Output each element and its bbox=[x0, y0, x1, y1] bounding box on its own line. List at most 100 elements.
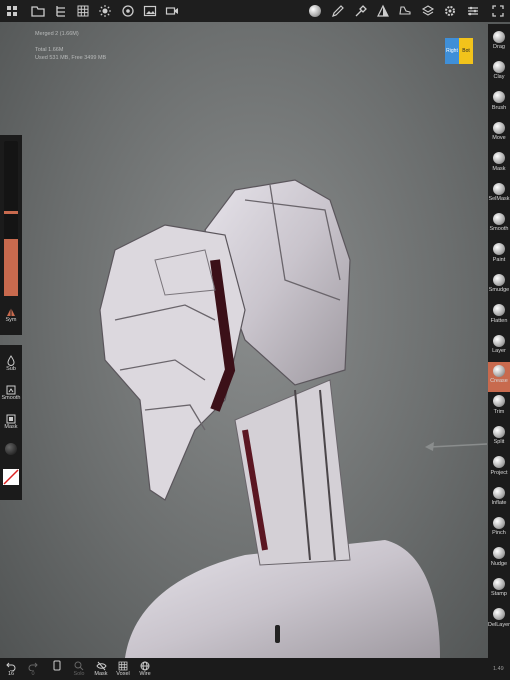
pencil-icon[interactable] bbox=[330, 3, 346, 19]
mask-square-icon bbox=[6, 414, 16, 424]
tool-paint[interactable]: Paint bbox=[488, 241, 510, 271]
symmetry-icon bbox=[7, 308, 15, 316]
smooth-square-icon bbox=[6, 385, 16, 395]
voxel-button[interactable]: Voxel bbox=[112, 660, 134, 677]
tool-split[interactable]: Split bbox=[488, 423, 510, 453]
topology-grid-icon[interactable] bbox=[75, 3, 91, 19]
mask-hide-icon bbox=[95, 660, 107, 671]
inflate-tool-icon bbox=[493, 486, 506, 499]
tool-label: Trim bbox=[493, 408, 505, 415]
tool-label: Smudge bbox=[488, 287, 510, 294]
top-toolbar bbox=[0, 0, 510, 22]
tool-label: Flatten bbox=[490, 317, 508, 324]
tool-selmask[interactable]: SelMask bbox=[488, 180, 510, 210]
direction-arrow-icon bbox=[425, 442, 487, 451]
smudge-tool-icon bbox=[493, 273, 506, 286]
radius-slider[interactable] bbox=[4, 141, 18, 296]
tool-dellayer[interactable]: DelLayer bbox=[488, 606, 510, 636]
tool-drag[interactable]: Drag bbox=[488, 28, 510, 58]
video-icon[interactable] bbox=[164, 3, 180, 19]
layers-stack-icon[interactable] bbox=[420, 3, 436, 19]
fullscreen-icon[interactable] bbox=[490, 3, 506, 19]
sliders-icon[interactable] bbox=[465, 3, 481, 19]
tool-label: Nudge bbox=[490, 560, 508, 567]
undo-button[interactable]: 16 bbox=[0, 660, 22, 677]
shoe-icon[interactable] bbox=[397, 3, 413, 19]
material-icon[interactable] bbox=[375, 3, 391, 19]
version-label: 1.49 bbox=[493, 666, 504, 672]
voxel-grid-icon bbox=[118, 660, 129, 671]
tool-inflate[interactable]: Inflate bbox=[488, 484, 510, 514]
no-color-icon bbox=[3, 469, 19, 485]
menu-grid-icon[interactable] bbox=[4, 3, 20, 19]
eyedropper-icon[interactable] bbox=[353, 3, 369, 19]
tool-flatten[interactable]: Flatten bbox=[488, 302, 510, 332]
tool-label: SelMask bbox=[488, 196, 510, 202]
view-right-button[interactable]: Right bbox=[445, 38, 459, 64]
sculpt-viewport[interactable] bbox=[95, 170, 445, 658]
scene-tree-icon[interactable] bbox=[53, 3, 69, 19]
settings-wheel-icon[interactable] bbox=[120, 3, 136, 19]
redo-icon bbox=[28, 660, 39, 671]
nudge-tool-icon bbox=[493, 547, 506, 560]
tool-crease[interactable]: Crease bbox=[488, 362, 510, 393]
split-tool-icon bbox=[493, 425, 506, 438]
mask-button[interactable]: Mask bbox=[0, 414, 22, 430]
tool-label: Clay bbox=[493, 74, 505, 81]
tool-label: Drag bbox=[493, 44, 505, 50]
tool-label: Project bbox=[490, 469, 508, 476]
color-swatch[interactable] bbox=[0, 469, 22, 485]
vertex-total: Total 1.66M bbox=[35, 47, 64, 53]
tool-label: DelLayer bbox=[488, 621, 510, 628]
layer-tool-icon bbox=[493, 334, 506, 347]
tool-brush[interactable]: Brush bbox=[488, 89, 510, 119]
tool-label: Mask bbox=[492, 165, 506, 172]
sub-label: Sub bbox=[6, 366, 16, 372]
tool-label: Paint bbox=[492, 256, 506, 263]
tool-trim[interactable]: Trim bbox=[488, 393, 510, 423]
mesh-name: Merged 2 (1.66M) bbox=[35, 31, 79, 37]
tool-smooth[interactable]: Smooth bbox=[488, 210, 510, 240]
wireframe-button[interactable]: Wire bbox=[134, 660, 156, 677]
matcap-ball-icon[interactable] bbox=[307, 3, 323, 19]
smooth-button[interactable]: Smooth bbox=[0, 385, 22, 401]
wire-sphere-icon bbox=[140, 660, 151, 671]
subdivide-button[interactable]: Sub bbox=[0, 355, 22, 372]
folder-icon[interactable] bbox=[30, 3, 46, 19]
flatten-tool-icon bbox=[493, 304, 506, 317]
solo-button[interactable]: Solo bbox=[68, 660, 90, 677]
move-tool-icon bbox=[493, 121, 506, 134]
tool-move[interactable]: Move bbox=[488, 119, 510, 149]
tool-smudge[interactable]: Smudge bbox=[488, 271, 510, 301]
color-ball-button[interactable] bbox=[0, 443, 22, 455]
mask-label: Mask bbox=[4, 424, 18, 430]
phone-toggle-button[interactable] bbox=[46, 660, 68, 671]
tool-project[interactable]: Project bbox=[488, 454, 510, 484]
view-bot-button[interactable]: Bot bbox=[459, 38, 473, 64]
tool-label: Move bbox=[492, 135, 506, 142]
left-slider-panel: Sym bbox=[0, 135, 22, 335]
stamp-tool-icon bbox=[493, 577, 506, 590]
drop-icon bbox=[7, 355, 15, 366]
tool-clay[interactable]: Clay bbox=[488, 58, 510, 88]
image-icon[interactable] bbox=[142, 3, 158, 19]
phone-icon bbox=[52, 660, 63, 671]
tool-mask[interactable]: Mask bbox=[488, 150, 510, 180]
tool-nudge[interactable]: Nudge bbox=[488, 545, 510, 575]
mask-tool-icon bbox=[493, 152, 506, 165]
symmetry-button[interactable]: Sym bbox=[0, 307, 22, 323]
tool-label: Layer bbox=[492, 348, 506, 354]
tool-pinch[interactable]: Pinch bbox=[488, 514, 510, 544]
light-icon[interactable] bbox=[97, 3, 113, 19]
smooth-label: Smooth bbox=[1, 395, 21, 401]
face-mesh bbox=[99, 224, 246, 501]
solo-label: Solo bbox=[73, 671, 85, 677]
mask-toggle-button[interactable]: Mask bbox=[90, 660, 112, 677]
redo-button[interactable]: 0 bbox=[22, 660, 44, 677]
project-tool-icon bbox=[493, 456, 506, 469]
gear-icon[interactable] bbox=[442, 3, 458, 19]
tool-layer[interactable]: Layer bbox=[488, 332, 510, 362]
tool-stamp[interactable]: Stamp bbox=[488, 575, 510, 605]
tool-label: Pinch bbox=[492, 530, 506, 537]
drag-tool-icon bbox=[493, 30, 506, 43]
